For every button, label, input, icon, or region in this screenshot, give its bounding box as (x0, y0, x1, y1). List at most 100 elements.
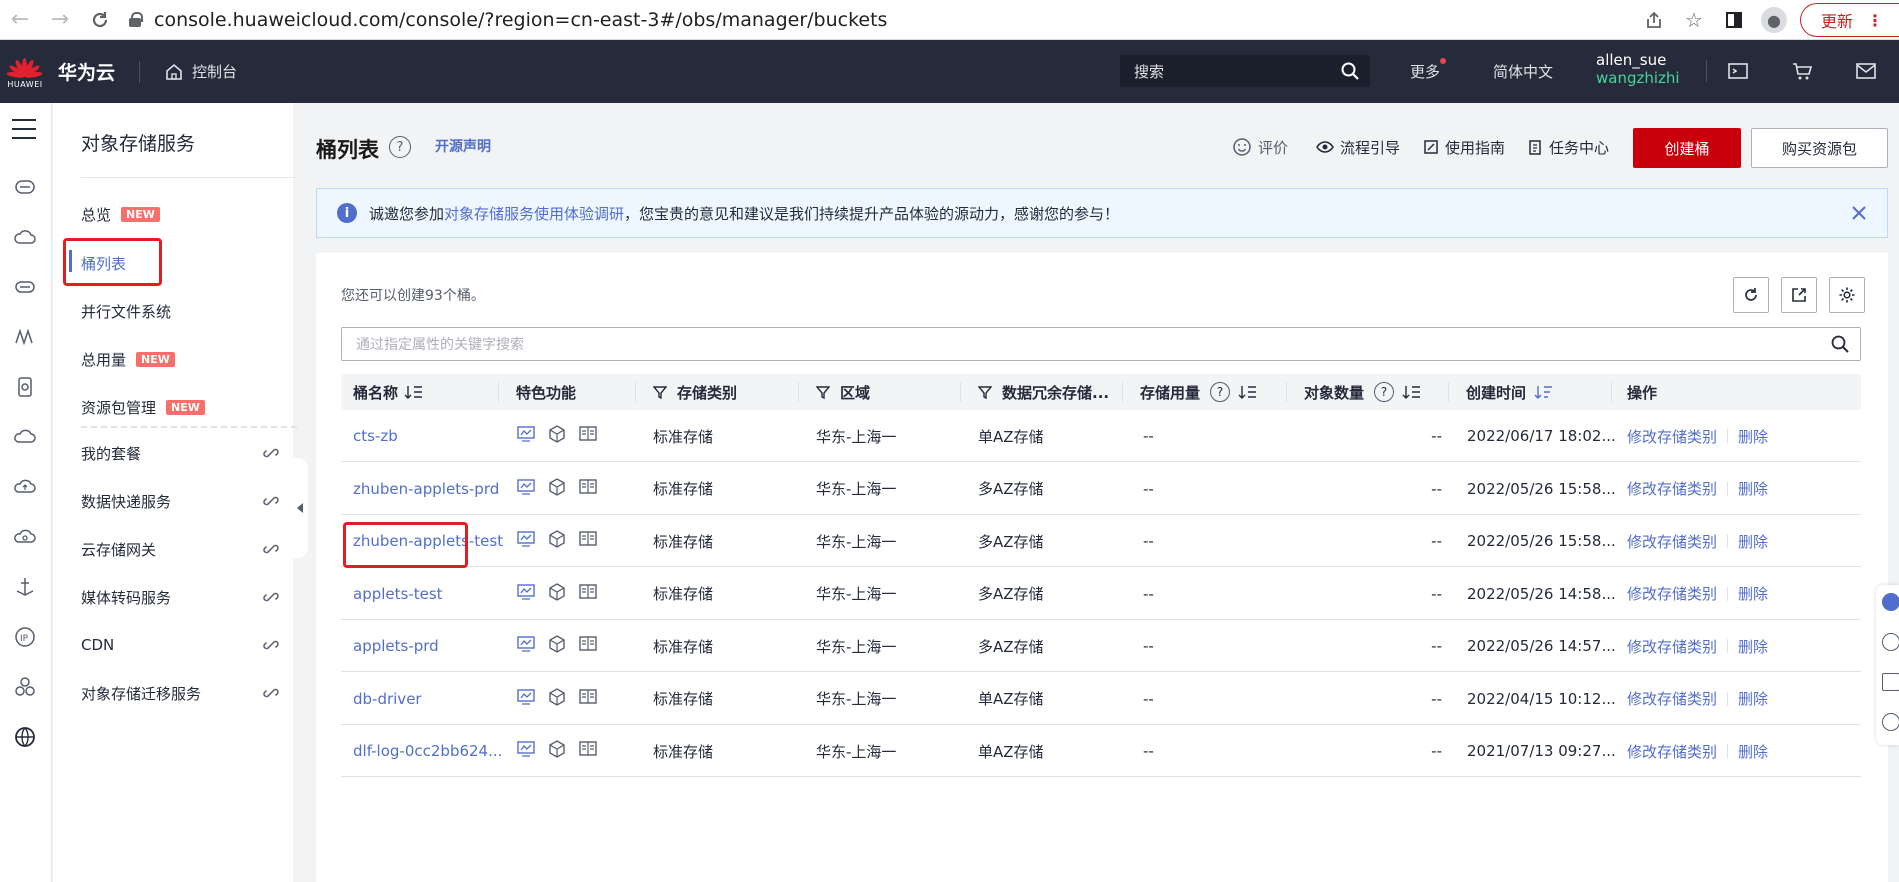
anchor-icon[interactable] (13, 575, 37, 599)
column-header-region[interactable]: 区域 (816, 374, 870, 410)
filter-icon[interactable] (816, 385, 830, 399)
monitor-icon[interactable] (516, 424, 536, 444)
update-button[interactable]: 更新 ⋮ (1799, 3, 1899, 37)
archive-icon[interactable] (578, 477, 598, 497)
smile-icon[interactable] (1882, 713, 1899, 731)
column-header-redundancy[interactable]: 数据冗余存储... (978, 374, 1109, 410)
modify-storage-class-link[interactable]: 修改存储类别 (1627, 426, 1717, 447)
modify-storage-class-link[interactable]: 修改存储类别 (1627, 741, 1717, 762)
cloud-upload-icon[interactable] (13, 475, 37, 499)
column-header-usage[interactable]: 存储用量 ? (1140, 374, 1258, 410)
settings-button[interactable] (1829, 277, 1865, 313)
external-link-icon[interactable] (263, 493, 279, 509)
cloud-sync-icon[interactable] (13, 525, 37, 549)
column-header-name[interactable]: 桶名称 (353, 374, 424, 410)
cube-icon[interactable] (547, 739, 567, 759)
archive-icon[interactable] (578, 424, 598, 444)
cube-icon[interactable] (547, 634, 567, 654)
modify-storage-class-link[interactable]: 修改存储类别 (1627, 478, 1717, 499)
monitor-icon[interactable] (516, 687, 536, 707)
bucket-name-link[interactable]: db-driver (353, 673, 422, 725)
modify-storage-class-link[interactable]: 修改存储类别 (1627, 583, 1717, 604)
bucket-name-link[interactable]: zhuben-applets-prd (353, 463, 499, 515)
mail-icon[interactable] (1855, 60, 1877, 82)
back-icon[interactable]: ← (0, 0, 40, 40)
menu-icon[interactable] (12, 119, 36, 139)
modify-storage-class-link[interactable]: 修改存储类别 (1627, 636, 1717, 657)
open-source-link[interactable]: 开源声明 (435, 136, 491, 156)
search-icon[interactable] (1830, 334, 1850, 354)
forward-icon[interactable]: → (40, 0, 80, 40)
monitor-icon[interactable] (516, 739, 536, 759)
refresh-button[interactable] (1733, 277, 1769, 313)
sidebar-item-cdn[interactable]: CDN (81, 633, 114, 657)
cube-icon[interactable] (547, 529, 567, 549)
sort-icon[interactable] (1238, 384, 1258, 400)
cloud-icon[interactable] (13, 225, 37, 249)
external-link-icon[interactable] (263, 541, 279, 557)
external-link-icon[interactable] (263, 637, 279, 653)
bucket-name-link[interactable]: cts-zb (353, 410, 398, 462)
more-menu[interactable]: 更多 (1410, 40, 1447, 103)
delete-link[interactable]: 删除 (1738, 583, 1768, 604)
archive-icon[interactable] (578, 739, 598, 759)
sidebar-collapse-toggle[interactable] (292, 458, 308, 558)
share-icon[interactable] (1634, 0, 1674, 40)
column-header-storage-class[interactable]: 存储类别 (653, 374, 737, 410)
sidebar-toggle-icon[interactable] (1714, 0, 1754, 40)
rate-button[interactable]: 评价 (1232, 136, 1288, 158)
cube-icon[interactable] (547, 424, 567, 444)
cube-icon[interactable] (547, 687, 567, 707)
help-icon[interactable]: ? (1374, 382, 1395, 402)
cloud-server-icon[interactable] (13, 175, 37, 199)
delete-link[interactable]: 删除 (1738, 636, 1768, 657)
sidebar-item-media-transcoding[interactable]: 媒体转码服务 (81, 585, 171, 609)
keyword-search-input[interactable]: 通过指定属性的关键字搜索 (341, 327, 1861, 361)
cluster-icon[interactable] (13, 675, 37, 699)
sidebar-item-parallel-fs[interactable]: 并行文件系统 (81, 299, 171, 323)
external-link-icon[interactable] (263, 445, 279, 461)
monitor-icon[interactable] (516, 477, 536, 497)
sort-icon[interactable] (404, 384, 424, 400)
survey-link[interactable]: 对象存储服务使用体验调研 (444, 203, 624, 224)
database-icon[interactable] (13, 375, 37, 399)
close-icon[interactable] (1849, 203, 1869, 223)
sidebar-item-resource-packages[interactable]: 资源包管理 NEW (81, 395, 205, 419)
filter-icon[interactable] (653, 385, 667, 399)
sidebar-item-data-express[interactable]: 数据快递服务 (81, 489, 171, 513)
cart-icon[interactable] (1791, 60, 1813, 82)
sidebar-item-my-plans[interactable]: 我的套餐 (81, 441, 141, 465)
delete-link[interactable]: 删除 (1738, 688, 1768, 709)
delete-link[interactable]: 删除 (1738, 531, 1768, 552)
create-bucket-button[interactable]: 创建桶 (1633, 128, 1741, 168)
external-link-icon[interactable] (263, 589, 279, 605)
buy-resource-package-button[interactable]: 购买资源包 (1751, 128, 1888, 168)
help-icon[interactable]: ? (1210, 382, 1231, 402)
global-search-input[interactable]: 搜索 (1120, 55, 1370, 87)
delete-link[interactable]: 删除 (1738, 426, 1768, 447)
brand-name[interactable]: 华为云 (58, 58, 115, 85)
monitor-icon[interactable] (516, 582, 536, 602)
sort-active-icon[interactable] (1534, 384, 1554, 400)
bookmark-star-icon[interactable]: ☆ (1674, 0, 1714, 40)
terminal-icon[interactable] (1727, 60, 1749, 82)
sidebar-item-total-usage[interactable]: 总用量 NEW (81, 347, 175, 371)
language-switch[interactable]: 简体中文 (1493, 40, 1553, 103)
cloud-outline-icon[interactable] (13, 425, 37, 449)
customer-service-icon[interactable] (1882, 593, 1899, 611)
sidebar-item-migration[interactable]: 对象存储迁移服务 (81, 681, 201, 705)
modify-storage-class-link[interactable]: 修改存储类别 (1627, 688, 1717, 709)
cube-icon[interactable] (547, 582, 567, 602)
delete-link[interactable]: 删除 (1738, 741, 1768, 762)
user-menu[interactable]: allen_sue wangzhizhi (1596, 51, 1680, 87)
profile-icon[interactable]: ● (1754, 0, 1794, 40)
bucket-name-link[interactable]: applets-test (353, 568, 443, 620)
reload-icon[interactable] (80, 0, 120, 40)
cube-icon[interactable] (547, 477, 567, 497)
bucket-name-link[interactable]: dlf-log-0cc2bb624... (353, 725, 502, 777)
task-center-button[interactable]: 任务中心 (1527, 136, 1609, 158)
filter-icon[interactable] (978, 385, 992, 399)
search-icon[interactable] (1340, 61, 1360, 81)
help-icon[interactable] (1882, 633, 1899, 651)
sort-icon[interactable] (1402, 384, 1422, 400)
